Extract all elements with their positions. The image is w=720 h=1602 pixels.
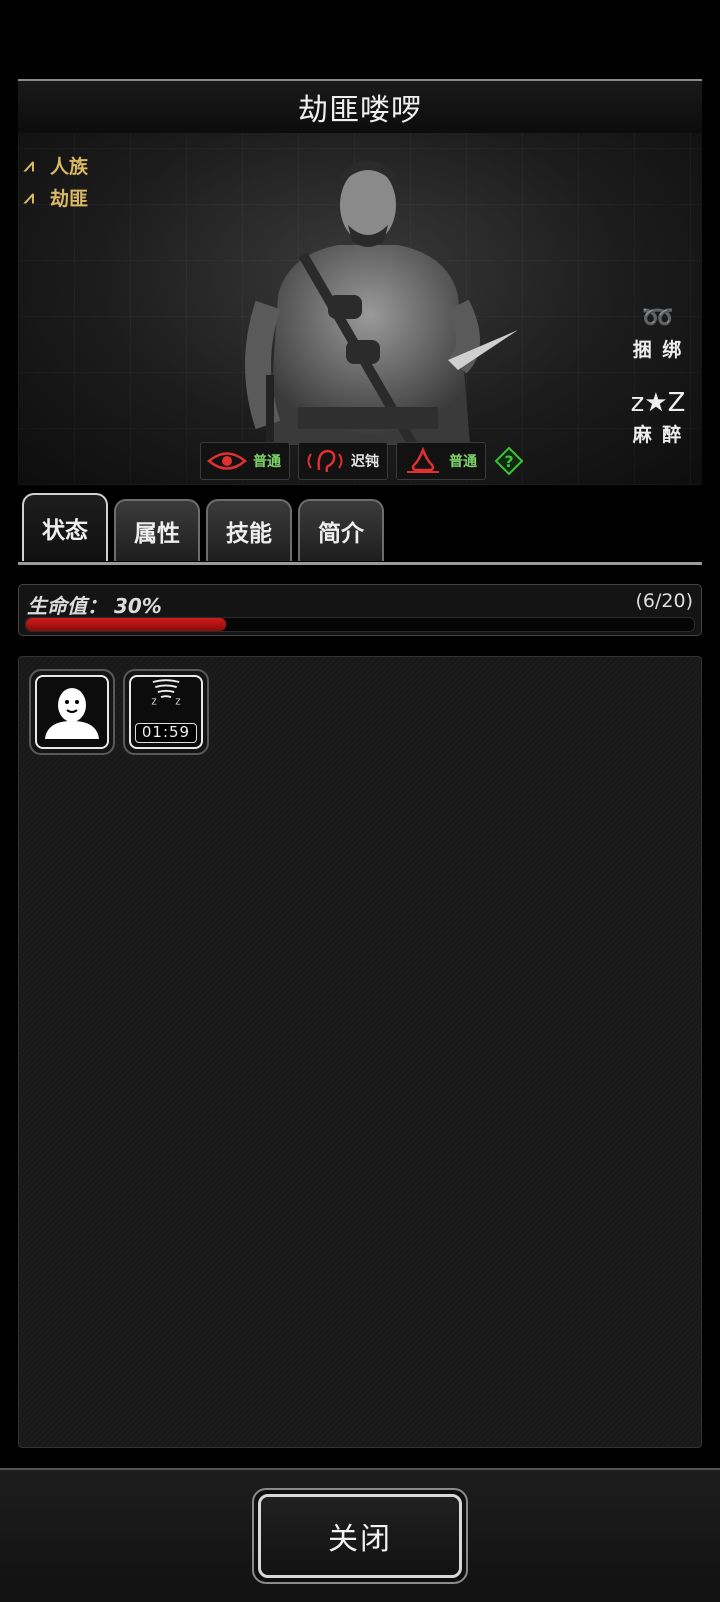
character-portrait: ⩘ 人族 ⩘ 劫匪 ➿ 捆 绑 z★Z 麻 醉 (18, 133, 702, 485)
close-button[interactable]: 关闭 (252, 1488, 468, 1584)
sense-hearing[interactable]: 迟钝 (298, 442, 388, 480)
health-bar-fill (26, 618, 227, 631)
rope-icon: ➿ (641, 303, 675, 333)
smell-value: 普通 (449, 454, 477, 470)
tab-attributes[interactable]: 属性 (114, 499, 200, 561)
page-title: 劫匪喽啰 (298, 93, 422, 128)
sense-sight[interactable]: 普通 (200, 442, 290, 480)
tag-label: 劫匪 (50, 187, 89, 210)
sense-smell[interactable]: 普通 (396, 442, 486, 480)
dizzy-tornado-icon: Z Z (152, 679, 181, 707)
health-bar (25, 617, 695, 632)
tag-race[interactable]: ⩘ 人族 (24, 149, 88, 181)
person-icon (45, 688, 99, 739)
anesthetize-button[interactable]: z★Z 麻 醉 (628, 388, 688, 447)
senses-bar: 普通 迟钝 普通 ? (200, 442, 524, 480)
svg-text:Z: Z (175, 698, 180, 707)
tab-bio[interactable]: 简介 (298, 499, 384, 561)
health-label: 生命值： 30% (27, 594, 162, 618)
svg-text:Z: Z (152, 698, 157, 707)
hearing-value: 迟钝 (351, 454, 379, 470)
title-bar: 劫匪喽啰 (18, 79, 702, 135)
sight-value: 普通 (253, 454, 281, 470)
tag-faction[interactable]: ⩘ 劫匪 (24, 181, 88, 213)
bind-label: 捆 绑 (632, 339, 684, 361)
svg-text:?: ? (504, 452, 513, 471)
status-effect-dizzy[interactable]: Z Z 01:59 (123, 669, 209, 755)
eye-icon (207, 452, 247, 470)
help-icon[interactable]: ? (494, 446, 524, 476)
tab-status[interactable]: 状态 (22, 493, 108, 561)
side-actions: ➿ 捆 绑 z★Z 麻 醉 (628, 303, 688, 473)
sleep-icon: z★Z (630, 388, 686, 418)
ear-icon (307, 449, 343, 473)
tab-divider (18, 562, 702, 565)
close-button-label: 关闭 (258, 1494, 462, 1578)
branch-icon: ⩘ (24, 186, 35, 208)
health-panel: 生命值： 30% (6/20) (18, 584, 702, 636)
status-effect-human[interactable] (29, 669, 115, 755)
tab-skills[interactable]: 技能 (206, 499, 292, 561)
status-effects-panel: Z Z 01:59 (18, 656, 702, 1448)
anesthetize-label: 麻 醉 (632, 424, 684, 446)
effect-timer: 01:59 (135, 723, 197, 743)
smell-icon (407, 446, 439, 473)
bind-button[interactable]: ➿ 捆 绑 (628, 303, 688, 362)
bandit-figure (245, 160, 518, 445)
health-count: (6/20) (635, 590, 694, 612)
branch-icon: ⩘ (24, 154, 35, 176)
tag-label: 人族 (50, 155, 89, 178)
tag-list: ⩘ 人族 ⩘ 劫匪 (24, 149, 88, 213)
tab-bar: 状态 属性 技能 简介 (22, 493, 384, 561)
